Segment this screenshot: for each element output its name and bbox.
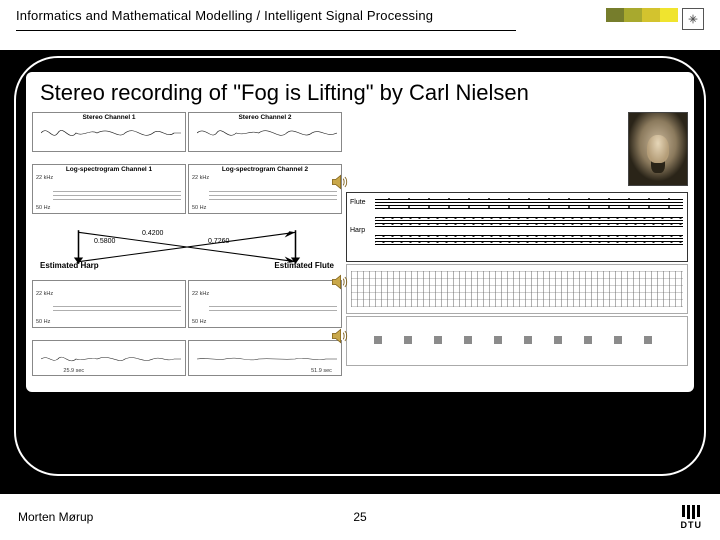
mixing-value-2: 0.4200 (142, 230, 163, 237)
estimated-flute-label: Estimated Flute (274, 261, 334, 270)
slide-title: Stereo recording of "Fog is Lifting" by … (26, 72, 694, 112)
score-instrument-flute: Flute (350, 199, 366, 206)
speaker-icon[interactable] (328, 326, 350, 346)
speaker-icon[interactable] (328, 172, 350, 192)
color-block-2 (624, 8, 642, 22)
breadcrumb: Informatics and Mathematical Modelling /… (16, 8, 433, 23)
slide-content: Stereo Channel 1 Stereo Channel 2 (26, 112, 694, 392)
panel-label: Stereo Channel 2 (238, 114, 291, 121)
color-block-1 (606, 8, 624, 22)
panel-label: Stereo Channel 1 (82, 114, 135, 121)
waveform-ch2: Stereo Channel 2 (188, 112, 342, 152)
speaker-icon[interactable] (328, 272, 350, 292)
flute-activation-roll (346, 316, 688, 366)
harp-activation-roll (346, 264, 688, 314)
mixing-cross: 0.5800 0.4200 0.7260 Estimated Harp Esti… (32, 226, 342, 268)
ylabel-top: 22 kHz (192, 175, 209, 181)
estimated-harp-waveform: 25.9 sec (32, 340, 186, 376)
org-label: DTU (681, 520, 703, 530)
slide-body: Stereo recording of "Fog is Lifting" by … (26, 72, 694, 392)
estimated-flute-waveform: 51.9 sec (188, 340, 342, 376)
score-instrument-harp: Harp (350, 227, 365, 234)
estimated-flute-spectrogram: 22 kHz 50 Hz (188, 280, 342, 328)
slide-card: Stereo recording of "Fog is Lifting" by … (14, 56, 706, 476)
color-block-4 (660, 8, 678, 22)
mixing-value-3: 0.7260 (208, 238, 229, 245)
page-number: 25 (353, 510, 366, 524)
ylabel-top: 22 kHz (36, 175, 53, 181)
log-spectrogram-ch2: Log-spectrogram Channel 2 22 kHz 50 Hz (188, 164, 342, 214)
header: Informatics and Mathematical Modelling /… (16, 8, 704, 38)
music-score: Flute Harp (346, 192, 688, 262)
dtu-logo: DTU (681, 505, 703, 530)
waveform-ch1: Stereo Channel 1 (32, 112, 186, 152)
time-label-r: 51.9 sec (311, 368, 332, 374)
expand-icon (682, 8, 704, 30)
ylabel-bot: 50 Hz (192, 319, 206, 325)
ylabel-top: 22 kHz (192, 291, 209, 297)
right-column: Flute Harp (346, 112, 688, 386)
ylabel-bot: 50 Hz (192, 205, 206, 211)
ylabel-top: 22 kHz (36, 291, 53, 297)
ylabel-bot: 50 Hz (36, 205, 50, 211)
header-color-blocks (606, 8, 704, 30)
panel-label: Log-spectrogram Channel 2 (222, 166, 308, 173)
ylabel-bot: 50 Hz (36, 319, 50, 325)
footer-author: Morten Mørup (18, 510, 93, 524)
header-rule (16, 30, 516, 31)
mixing-value-1: 0.5800 (94, 238, 115, 245)
estimated-harp-spectrogram: 22 kHz 50 Hz (32, 280, 186, 328)
panel-label: Log-spectrogram Channel 1 (66, 166, 152, 173)
time-label-l: 25.9 sec (63, 368, 84, 374)
portrait-carl-nielsen (628, 112, 688, 186)
color-block-3 (642, 8, 660, 22)
estimated-harp-label: Estimated Harp (40, 261, 99, 270)
analysis-grid: Stereo Channel 1 Stereo Channel 2 (32, 112, 342, 386)
footer: Morten Mørup 25 DTU (0, 494, 720, 540)
log-spectrogram-ch1: Log-spectrogram Channel 1 22 kHz 50 Hz (32, 164, 186, 214)
